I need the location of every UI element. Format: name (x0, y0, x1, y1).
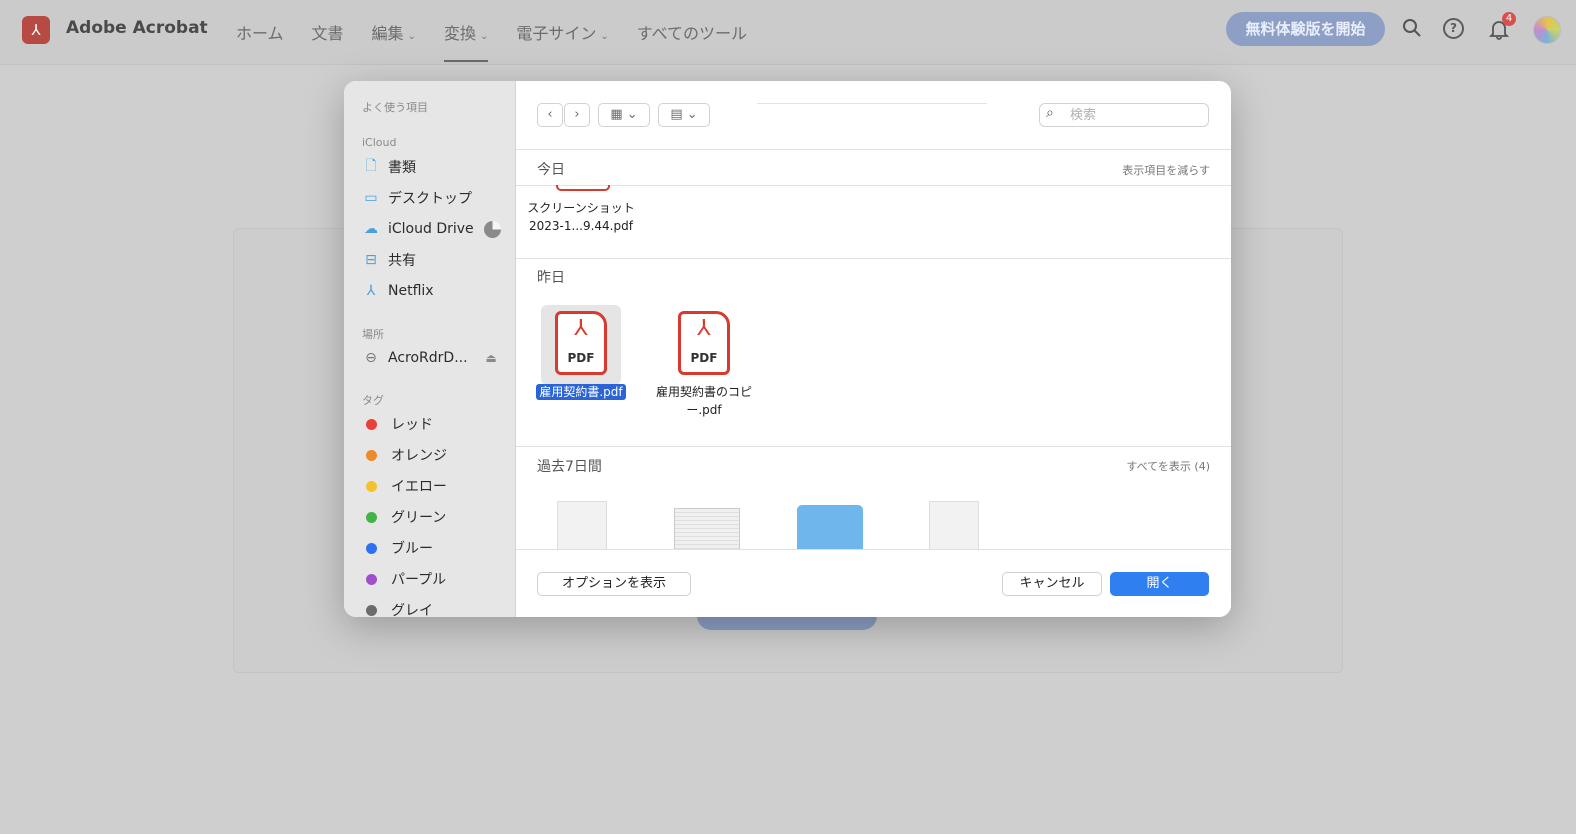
help-icon[interactable]: ? (1443, 18, 1464, 39)
sidebar-tag-green[interactable]: グリーン (362, 506, 512, 528)
cancel-button[interactable]: キャンセル (1002, 572, 1102, 596)
start-trial-button[interactable]: 無料体験版を開始 (1226, 12, 1385, 46)
file-item-employment-contract-copy[interactable]: ⅄ PDF 雇用契約書のコピ ー.pdf (649, 311, 759, 419)
yellow-dot-icon (366, 480, 377, 492)
open-button[interactable]: 開く (1110, 572, 1209, 596)
cloud-icon: ☁ (364, 221, 378, 237)
nav-item-esign[interactable]: 電子サイン ⌄ (516, 20, 608, 44)
show-less-link[interactable]: 表示項目を減らす (1122, 162, 1210, 178)
sidebar-item-documents[interactable]: 🗋 書類 (362, 156, 512, 178)
icloud-section-label: iCloud (362, 136, 397, 149)
group-grid-icon: ▤ (670, 107, 683, 122)
chevron-down-icon: ⌄ (479, 31, 489, 42)
chevron-down-icon: ⌄ (407, 31, 416, 42)
divider (516, 258, 1231, 259)
sidebar-tag-red[interactable]: レッド (362, 413, 512, 435)
sidebar-tag-yellow[interactable]: イエロー (362, 475, 512, 497)
shared-folder-icon: ⊟ (365, 252, 377, 268)
blue-dot-icon (366, 542, 377, 554)
sidebar-item-icloud-drive[interactable]: ☁ iCloud Drive (362, 218, 512, 240)
tags-section-label: タグ (362, 394, 384, 407)
eject-icon[interactable]: ⏏ (486, 351, 497, 365)
screenshot-pdf-icon (556, 185, 610, 191)
show-options-button[interactable]: オプションを表示 (537, 572, 691, 596)
spreadsheet-thumbnail[interactable] (674, 508, 740, 551)
red-dot-icon (366, 418, 377, 430)
sidebar-item-shared[interactable]: ⊟ 共有 (362, 249, 512, 271)
group-title-yesterday: 昨日 (537, 270, 565, 286)
favorites-section-label: よく使う項目 (362, 101, 428, 114)
search-icon: ⌕ (1046, 105, 1054, 121)
forward-button[interactable]: › (564, 103, 590, 127)
dialog-toolbar: ‹ › ▦ ⌄ ▤ ⌄ ⌕ (516, 81, 1231, 150)
show-all-link[interactable]: すべてを表示 (4) (1126, 458, 1210, 474)
notification-badge: 4 (1502, 12, 1516, 26)
divider (516, 446, 1231, 447)
location-path-popup[interactable] (757, 103, 987, 106)
nav-item-convert[interactable]: 変換 ⌄ (443, 20, 489, 62)
chevron-down-icon: ⌄ (686, 107, 698, 122)
sidebar-item-volume[interactable]: ⊖ AcroRdrD... ⏏ (362, 347, 512, 369)
chevron-down-icon: ⌄ (626, 107, 638, 122)
group-title-today: 今日 (537, 162, 565, 178)
nav-item-edit[interactable]: 編集 ⌄ (372, 20, 416, 44)
storage-progress-icon (483, 220, 501, 238)
group-by-button[interactable]: ▤ ⌄ (658, 103, 710, 127)
sidebar-tag-purple[interactable]: パープル (362, 568, 512, 590)
acrobat-logo-icon[interactable]: ⅄ (22, 16, 50, 44)
locations-section-label: 場所 (362, 328, 384, 341)
app-folder-icon: ⅄ (366, 283, 376, 299)
icon-view-button[interactable]: ▦ ⌄ (598, 103, 650, 127)
purple-dot-icon (366, 573, 377, 585)
orange-dot-icon (366, 449, 377, 461)
open-file-dialog: よく使う項目 iCloud 🗋 書類 ▭ デスクトップ ☁ iCloud Drive … (344, 81, 1231, 617)
desktop-icon: ▭ (364, 190, 378, 206)
search-icon[interactable] (1401, 18, 1423, 40)
grid-icon: ▦ (610, 107, 623, 122)
gray-dot-icon (366, 604, 377, 616)
search-input[interactable] (1068, 106, 1202, 125)
pdf-file-icon: ⅄ PDF (678, 311, 730, 375)
divider (516, 185, 1231, 186)
sidebar-tag-orange[interactable]: オレンジ (362, 444, 512, 466)
nav-item-home[interactable]: ホーム (236, 20, 284, 44)
sidebar-tag-blue[interactable]: ブルー (362, 537, 512, 559)
brand-name[interactable]: Adobe Acrobat (66, 18, 208, 38)
drive-icon: ⊖ (365, 350, 377, 366)
document-icon: 🗋 (365, 158, 377, 174)
chevron-down-icon: ⌄ (600, 31, 609, 42)
green-dot-icon (366, 511, 377, 523)
group-title-past-7-days: 過去7日間 (537, 459, 602, 475)
avatar[interactable] (1533, 16, 1561, 44)
nav-item-documents[interactable]: 文書 (312, 20, 344, 44)
file-item-employment-contract[interactable]: ⅄ PDF 雇用契約書.pdf (526, 311, 636, 401)
file-item-screenshot[interactable]: スクリーンショット 2023-1...9.44.pdf (526, 199, 636, 235)
dialog-footer: オプションを表示 キャンセル 開く (516, 549, 1231, 617)
top-navigation-bar: ⅄ Adobe Acrobat ホーム 文書 編集 ⌄ 変換 ⌄ 電子サイン ⌄ すべ… (0, 0, 1576, 65)
document-thumbnail[interactable] (557, 501, 607, 551)
back-button[interactable]: ‹ (537, 103, 563, 127)
main-nav: ホーム 文書 編集 ⌄ 変換 ⌄ 電子サイン ⌄ すべてのツール (236, 20, 775, 62)
sidebar-item-netflix[interactable]: ⅄ Netflix (362, 280, 512, 302)
dialog-sidebar: よく使う項目 iCloud 🗋 書類 ▭ デスクトップ ☁ iCloud Drive … (344, 81, 516, 617)
nav-item-all-tools[interactable]: すべてのツール (637, 20, 747, 44)
folder-icon[interactable] (797, 505, 863, 549)
sidebar-item-desktop[interactable]: ▭ デスクトップ (362, 187, 512, 209)
sidebar-tag-gray[interactable]: グレイ (362, 599, 512, 617)
zip-archive-icon[interactable] (929, 501, 979, 551)
pdf-file-icon: ⅄ PDF (555, 311, 607, 375)
dialog-main: ‹ › ▦ ⌄ ▤ ⌄ ⌕ 今日 表示項目を減らす スクリーンショット 2023… (516, 81, 1231, 617)
search-field[interactable]: ⌕ (1039, 103, 1209, 127)
